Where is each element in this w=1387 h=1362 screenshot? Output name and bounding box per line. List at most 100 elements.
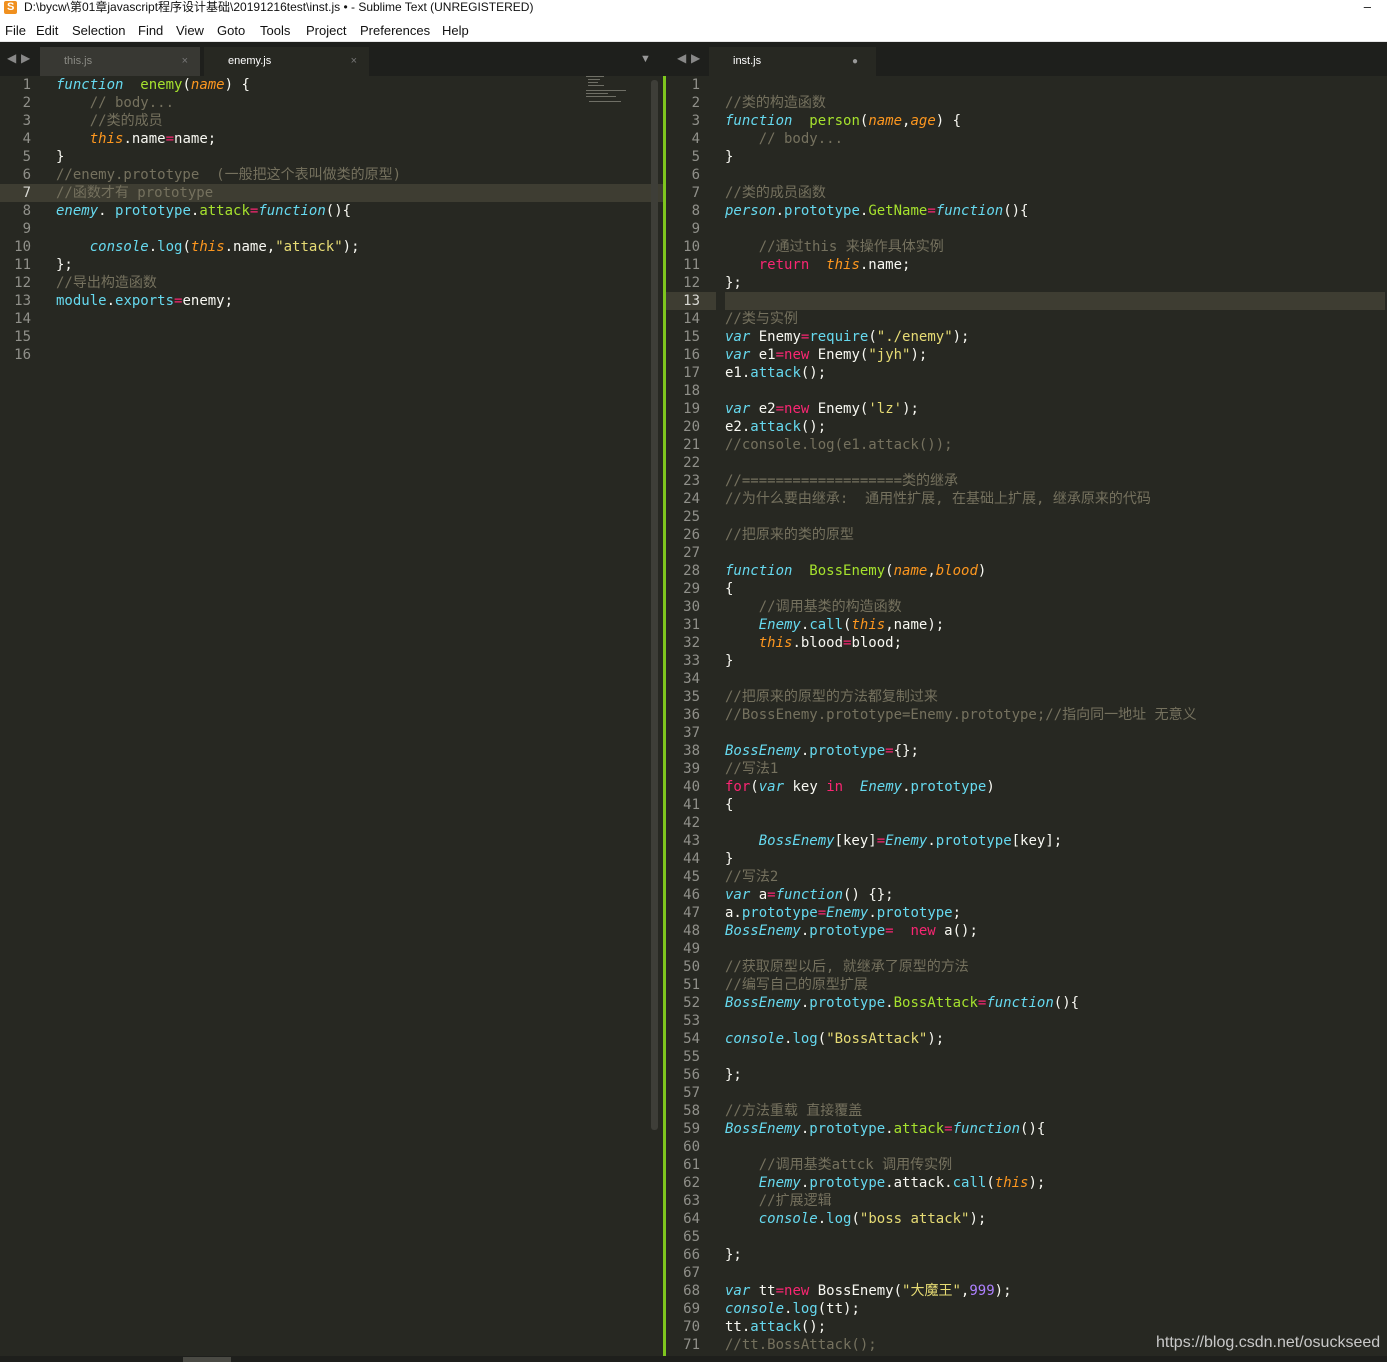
menu-edit[interactable]: Edit (36, 23, 58, 39)
code-line[interactable]: } (56, 148, 586, 166)
code-line[interactable]: //类的成员函数 (725, 184, 1385, 202)
code-line[interactable] (725, 814, 1385, 832)
menu-find[interactable]: Find (138, 23, 163, 39)
menu-file[interactable]: File (5, 23, 26, 39)
code-line[interactable]: //console.log(e1.attack()); (725, 436, 1385, 454)
code-line[interactable] (725, 940, 1385, 958)
code-line[interactable]: //调用基类的构造函数 (725, 598, 1385, 616)
code-line[interactable]: // body... (56, 94, 586, 112)
code-line[interactable]: var e1=new Enemy("jyh"); (725, 346, 1385, 364)
nav-right-icon[interactable]: ▶ (21, 52, 30, 64)
code-line[interactable]: //类与实例 (725, 310, 1385, 328)
code-line[interactable] (725, 1012, 1385, 1030)
code-line[interactable] (725, 166, 1385, 184)
code-line[interactable] (725, 508, 1385, 526)
code-line[interactable]: }; (725, 1246, 1385, 1264)
code-line[interactable]: enemy. prototype.attack=function(){ (56, 202, 586, 220)
code-line[interactable]: function enemy(name) { (56, 76, 586, 94)
code-line[interactable]: return this.name; (725, 256, 1385, 274)
menu-view[interactable]: View (176, 23, 204, 39)
code-line[interactable]: //函数才有 prototype (56, 184, 586, 202)
code-line[interactable]: }; (56, 256, 586, 274)
tab-enemy-js[interactable]: enemy.js × (204, 47, 369, 76)
tab-this-js[interactable]: this.js × (40, 47, 200, 76)
code-line[interactable]: var e2=new Enemy('lz'); (725, 400, 1385, 418)
code-line[interactable]: a.prototype=Enemy.prototype; (725, 904, 1385, 922)
nav-left-icon[interactable]: ◀ (7, 52, 16, 64)
code-line[interactable]: //类的构造函数 (725, 94, 1385, 112)
code-line[interactable]: console.log(this.name,"attack"); (56, 238, 586, 256)
code-line[interactable]: } (725, 850, 1385, 868)
code-line[interactable]: // body... (725, 130, 1385, 148)
code-line[interactable] (725, 1048, 1385, 1066)
code-line[interactable]: }; (725, 1066, 1385, 1084)
code-line[interactable]: console.log(tt); (725, 1300, 1385, 1318)
menu-tools[interactable]: Tools (260, 23, 290, 39)
code-line[interactable]: Enemy.prototype.attack.call(this); (725, 1174, 1385, 1192)
code-line[interactable]: var a=function() {}; (725, 886, 1385, 904)
code-line[interactable]: //把原来的原型的方法都复制过来 (725, 688, 1385, 706)
code-line[interactable] (56, 310, 586, 328)
code-line[interactable]: //导出构造函数 (56, 274, 586, 292)
code-line[interactable]: console.log("BossAttack"); (725, 1030, 1385, 1048)
code-line[interactable]: //写法2 (725, 868, 1385, 886)
code-line[interactable]: BossEnemy[key]=Enemy.prototype[key]; (725, 832, 1385, 850)
code-line[interactable]: } (725, 148, 1385, 166)
code-line[interactable]: module.exports=enemy; (56, 292, 586, 310)
code-line[interactable]: //编写自己的原型扩展 (725, 976, 1385, 994)
menu-preferences[interactable]: Preferences (360, 23, 430, 39)
code-line[interactable]: { (725, 580, 1385, 598)
code-line[interactable]: this.blood=blood; (725, 634, 1385, 652)
left-editor-pane[interactable]: 1 2 3 4 5 6 7 8 9 10 11 12 13 14 15 16 function enemy(n… (0, 76, 663, 1356)
code-line[interactable]: }; (725, 274, 1385, 292)
code-line[interactable]: { (725, 796, 1385, 814)
code-line[interactable]: //写法1 (725, 760, 1385, 778)
code-line[interactable] (56, 328, 586, 346)
minimize-button[interactable]: – (1364, 0, 1371, 14)
code-line[interactable]: //通过this 来操作具体实例 (725, 238, 1385, 256)
code-line[interactable]: Enemy.call(this,name); (725, 616, 1385, 634)
code-line[interactable]: //类的成员 (56, 112, 586, 130)
code-line[interactable]: } (725, 652, 1385, 670)
code-line[interactable] (725, 544, 1385, 562)
code-line[interactable] (725, 724, 1385, 742)
code-line[interactable]: e1.attack(); (725, 364, 1385, 382)
code-line[interactable] (725, 1138, 1385, 1156)
code-line[interactable]: this.name=name; (56, 130, 586, 148)
close-icon[interactable]: × (182, 47, 188, 76)
code-line[interactable]: //方法重载 直接覆盖 (725, 1102, 1385, 1120)
scrollbar-thumb[interactable] (183, 1357, 231, 1362)
code-line[interactable]: console.log("boss attack"); (725, 1210, 1385, 1228)
code-line[interactable] (725, 76, 1385, 94)
menu-selection[interactable]: Selection (72, 23, 125, 39)
menu-project[interactable]: Project (306, 23, 346, 39)
vertical-scrollbar[interactable] (651, 80, 658, 1130)
code-line[interactable]: //===================类的继承 (725, 472, 1385, 490)
code-line[interactable]: var Enemy=require("./enemy"); (725, 328, 1385, 346)
minimap[interactable] (586, 76, 630, 106)
code-line[interactable] (725, 292, 1385, 310)
code-line[interactable] (725, 670, 1385, 688)
code-line[interactable] (725, 220, 1385, 238)
nav-left-icon[interactable]: ◀ (677, 52, 686, 64)
menu-goto[interactable]: Goto (217, 23, 245, 39)
code-line[interactable] (725, 1264, 1385, 1282)
code-line[interactable]: //为什么要由继承: 通用性扩展, 在基础上扩展, 继承原来的代码 (725, 490, 1385, 508)
code-line[interactable]: //获取原型以后, 就继承了原型的方法 (725, 958, 1385, 976)
code-line[interactable]: BossEnemy.prototype={}; (725, 742, 1385, 760)
code-line[interactable] (725, 382, 1385, 400)
close-icon[interactable]: × (351, 47, 357, 76)
code-line[interactable]: BossEnemy.prototype.attack=function(){ (725, 1120, 1385, 1138)
code-line[interactable]: //BossEnemy.prototype=Enemy.prototype;//… (725, 706, 1385, 724)
code-line[interactable]: //扩展逻辑 (725, 1192, 1385, 1210)
code-line[interactable]: for(var key in Enemy.prototype) (725, 778, 1385, 796)
code-area[interactable]: function enemy(name) { // body... //类的成员… (56, 76, 586, 364)
code-line[interactable] (725, 1084, 1385, 1102)
right-editor-pane[interactable]: 1 2 3 4 5 6 7 8 9 10 11 12 13 14 15 16 17 18 19 20 21 22 23 24 2… (666, 76, 1387, 1356)
code-line[interactable]: function BossEnemy(name,blood) (725, 562, 1385, 580)
code-line[interactable]: e2.attack(); (725, 418, 1385, 436)
code-line[interactable] (56, 346, 586, 364)
code-line[interactable]: function person(name,age) { (725, 112, 1385, 130)
code-line[interactable]: //调用基类attck 调用传实例 (725, 1156, 1385, 1174)
code-line[interactable]: //enemy.prototype (一般把这个表叫做类的原型) (56, 166, 586, 184)
